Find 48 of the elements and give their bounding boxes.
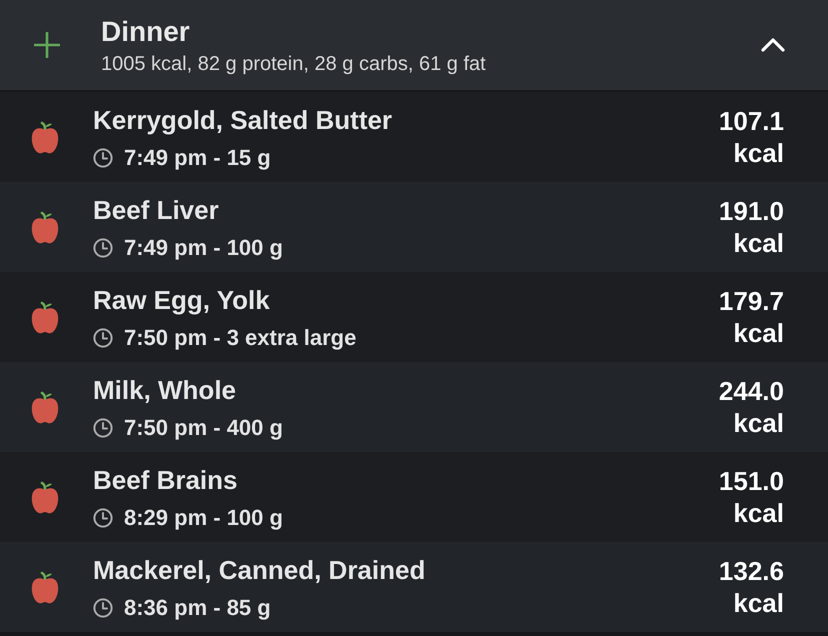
energy-value: 107.1 [718,105,784,137]
entry-detail: 7:49 pm - 100 g [124,234,283,262]
energy-value: 191.0 [718,195,784,227]
energy-unit: kcal [733,497,784,529]
apple-icon [29,570,61,604]
energy-value: 244.0 [718,375,784,407]
entry-detail: 7:50 pm - 3 extra large [124,324,356,352]
food-name: Milk, Whole [93,374,237,406]
energy-unit: kcal [733,317,784,349]
energy-value: 151.0 [718,465,784,497]
meal-title: Dinner [101,15,191,49]
apple-icon [29,210,61,244]
food-row[interactable]: Mackerel, Canned, Drained 8:36 pm - 85 g 132.6 kcal [0,542,828,632]
food-name: Beef Brains [93,464,238,496]
apple-icon [29,480,61,514]
energy-unit: kcal [733,587,784,619]
collapse-button[interactable] [761,38,785,52]
energy-value: 179.7 [718,285,784,317]
food-row[interactable]: Beef Liver 7:49 pm - 100 g 191.0 kcal [0,182,828,272]
entry-detail: 7:50 pm - 400 g [124,414,283,442]
food-name: Raw Egg, Yolk [93,284,271,316]
entry-detail: 7:49 pm - 15 g [124,144,271,172]
apple-icon [29,300,61,334]
energy-unit: kcal [733,137,784,169]
food-row[interactable]: Kerrygold, Salted Butter 7:49 pm - 15 g 107.1 kcal [0,92,828,182]
chevron-up-icon [761,38,785,52]
energy-value: 132.6 [718,555,784,587]
food-name: Beef Liver [93,194,220,226]
add-button[interactable] [34,32,60,58]
apple-icon [29,390,61,424]
food-row[interactable]: Raw Egg, Yolk 7:50 pm - 3 extra large 179.7 kcal [0,272,828,362]
energy-unit: kcal [733,227,784,259]
food-name: Kerrygold, Salted Butter [93,104,394,136]
entry-detail: 8:29 pm - 100 g [124,504,283,532]
clock-icon [93,598,113,618]
apple-icon [29,120,61,154]
clock-icon [93,238,113,258]
entry-detail: 8:36 pm - 85 g [124,594,271,622]
clock-icon [93,148,113,168]
plus-icon [34,32,60,58]
clock-icon [93,418,113,438]
meal-summary: 1005 kcal, 82 g protein, 28 g carbs, 61 g fat [101,52,487,77]
food-row[interactable]: Milk, Whole 7:50 pm - 400 g 244.0 kcal [0,362,828,452]
food-name: Mackerel, Canned, Drained [93,554,426,586]
food-row[interactable]: Beef Brains 8:29 pm - 100 g 151.0 kcal [0,452,828,542]
clock-icon [93,508,113,528]
energy-unit: kcal [733,407,784,439]
clock-icon [93,328,113,348]
